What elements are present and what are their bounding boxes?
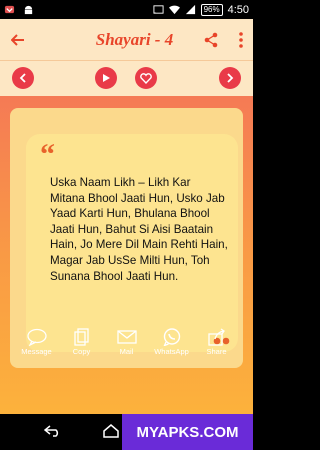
status-bar: 96% 4:50 [0, 0, 253, 19]
arrow-left-icon [11, 33, 24, 46]
overflow-menu-button[interactable] [229, 19, 253, 60]
share-button[interactable]: Share [195, 328, 239, 356]
open-quote-mark: “ [40, 138, 55, 171]
share-arrow-icon [207, 328, 225, 346]
play-button[interactable] [95, 67, 117, 89]
copy-label: Copy [72, 347, 91, 356]
previous-button[interactable] [12, 67, 34, 89]
share-toolbar-button[interactable] [193, 19, 229, 60]
favorite-button[interactable] [135, 67, 157, 89]
cast-icon [153, 5, 164, 14]
share-icon [204, 32, 218, 47]
shayari-text: Uska Naam Likh – Likh Kar Mitana Bhool J… [50, 176, 228, 283]
clock: 4:50 [227, 3, 249, 16]
share-label: Share [206, 347, 227, 356]
watermark-banner: MYAPKS.COM [122, 414, 253, 450]
quote-card: “ Uska Naam Likh – Likh Kar Mitana Bhool… [26, 134, 238, 352]
page-title: Shayari - 4 [95, 29, 174, 49]
android-icon [24, 5, 33, 15]
whatsapp-label: WhatsApp [154, 347, 189, 356]
copy-icon [73, 328, 89, 346]
chevron-left-icon [19, 73, 26, 83]
heart-icon [140, 72, 152, 84]
app-bar: Shayari - 4 [0, 19, 253, 60]
battery-indicator: 96% [200, 3, 223, 16]
message-button[interactable]: Message [15, 328, 59, 356]
control-bar [0, 60, 253, 96]
copy-button[interactable]: Copy [60, 328, 104, 356]
mail-button[interactable]: Mail [105, 328, 149, 356]
signal-icon [185, 4, 195, 15]
content-area: “ Uska Naam Likh – Likh Kar Mitana Bhool… [0, 96, 253, 414]
action-bar: Message Copy Mail WhatsApp Share [10, 328, 243, 366]
mail-icon [116, 330, 137, 344]
message-icon [26, 328, 47, 346]
mail-label: Mail [119, 347, 134, 356]
more-vertical-icon [239, 31, 243, 48]
message-label: Message [21, 347, 52, 356]
chevron-right-icon [227, 73, 234, 83]
pocket-app-icon [4, 5, 15, 14]
nav-home-icon[interactable] [102, 424, 120, 438]
whatsapp-button[interactable]: WhatsApp [150, 328, 194, 356]
wifi-icon [168, 5, 180, 15]
back-button[interactable] [0, 19, 36, 60]
next-button[interactable] [219, 67, 241, 89]
nav-back-icon[interactable] [44, 425, 62, 437]
play-icon [103, 74, 110, 82]
whatsapp-icon [163, 328, 180, 346]
